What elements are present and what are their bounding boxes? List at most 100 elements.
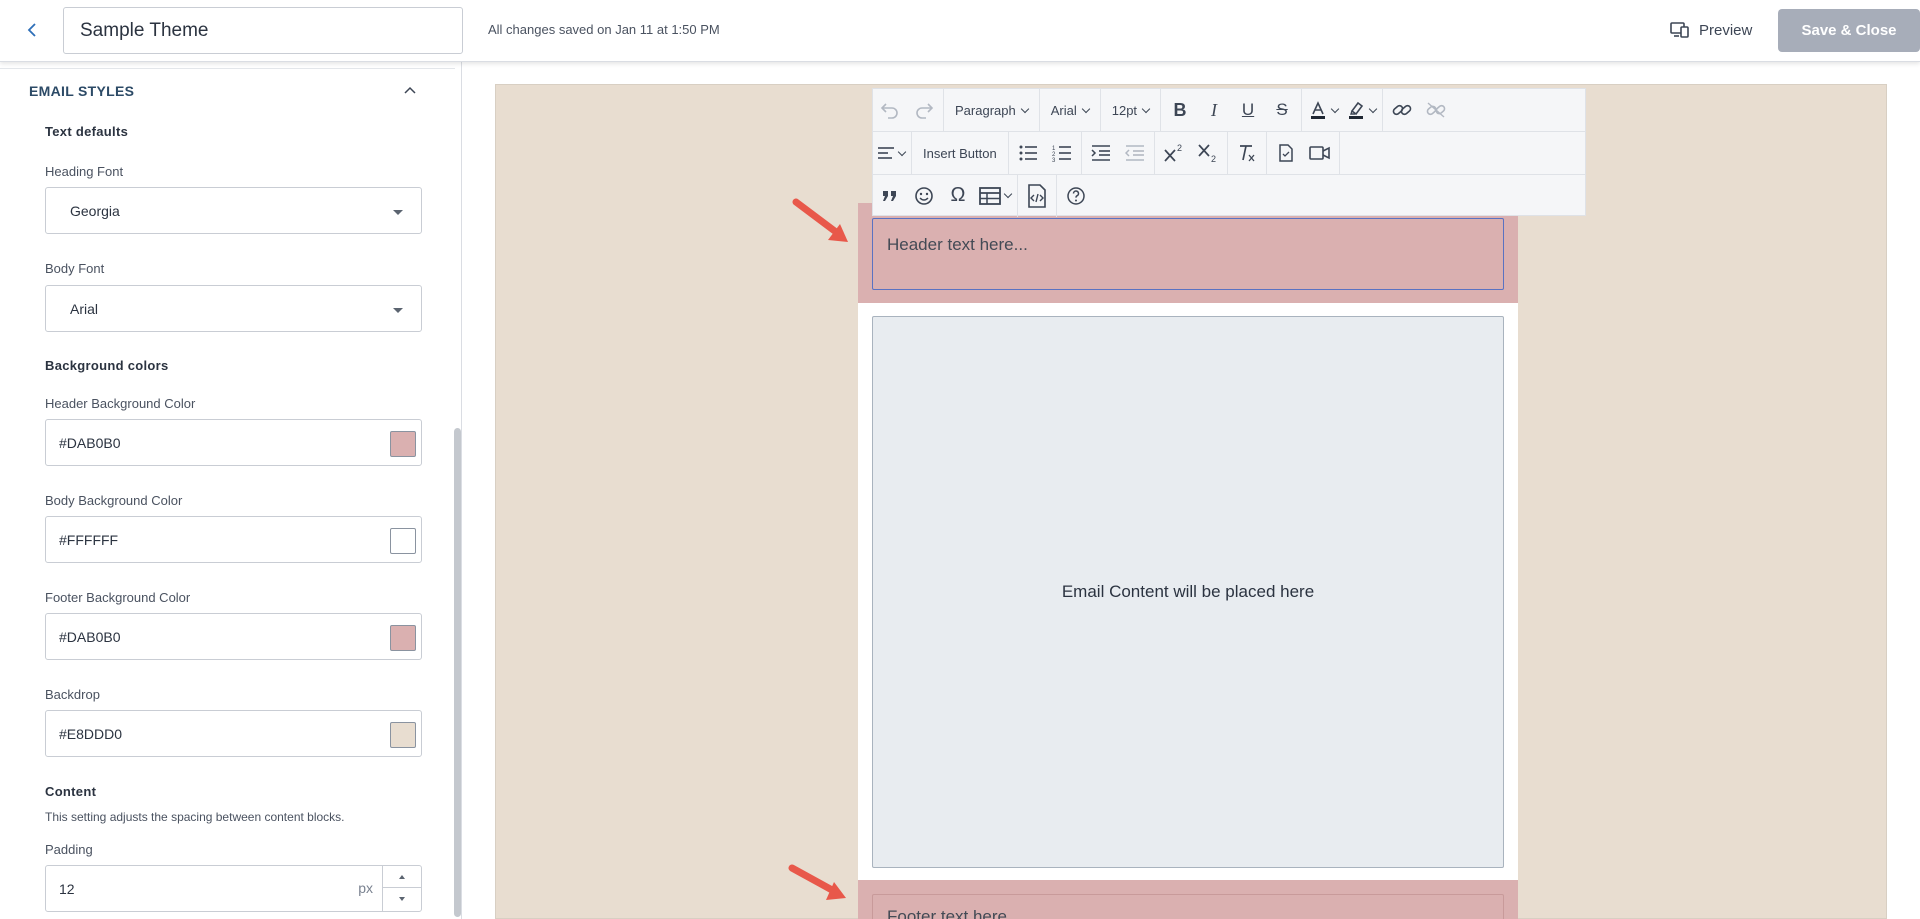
emoji-button[interactable] <box>907 180 941 212</box>
highlight-color-button[interactable] <box>1342 94 1380 126</box>
link-icon <box>1391 101 1413 119</box>
toolbar-separator <box>1017 174 1018 217</box>
font-family-dropdown[interactable]: Arial <box>1042 94 1098 126</box>
heading-font-select[interactable]: Georgia <box>45 187 422 234</box>
outdent-button[interactable] <box>1118 137 1152 169</box>
redo-icon <box>914 101 934 119</box>
back-button[interactable] <box>18 16 46 44</box>
toolbar-separator <box>1301 88 1303 132</box>
sidebar-scrollbar[interactable] <box>454 428 461 917</box>
email-content-placeholder-text: Email Content will be placed here <box>1061 582 1315 601</box>
blockquote-icon <box>881 189 899 203</box>
subscript-button[interactable]: 2 <box>1191 137 1225 169</box>
body-font-value: Arial <box>70 300 99 317</box>
padding-stepper <box>382 866 421 911</box>
source-code-button[interactable] <box>1020 180 1054 212</box>
block-format-value: Paragraph <box>955 102 1016 118</box>
toolbar-separator <box>1099 88 1101 132</box>
special-character-icon: Ω <box>950 184 966 206</box>
svg-text:2: 2 <box>1177 143 1182 153</box>
superscript-button[interactable]: 2 <box>1157 137 1191 169</box>
superscript-icon: 2 <box>1163 143 1185 163</box>
underline-button[interactable]: U <box>1231 94 1265 126</box>
text-color-button[interactable] <box>1304 94 1342 126</box>
redo-button[interactable] <box>907 94 941 126</box>
clear-formatting-button[interactable] <box>1230 137 1264 169</box>
indent-button[interactable] <box>1084 137 1118 169</box>
toolbar-separator <box>1038 88 1040 132</box>
footer-bg-color-value: #DAB0B0 <box>59 628 121 645</box>
italic-button[interactable]: I <box>1197 94 1231 126</box>
insert-button-button[interactable]: Insert Button <box>914 137 1006 169</box>
bold-button[interactable]: B <box>1163 94 1197 126</box>
backdrop-color-swatch[interactable] <box>390 722 416 748</box>
bullet-list-icon <box>1018 144 1038 162</box>
source-code-icon <box>1027 183 1047 208</box>
header-bg-color-swatch[interactable] <box>390 431 416 457</box>
rich-text-toolbar: Paragraph Arial 12pt B I U S Insert Butt… <box>872 88 1586 217</box>
body-font-label: Body Font <box>45 261 105 276</box>
svg-text:3: 3 <box>1052 158 1056 162</box>
body-bg-color-swatch[interactable] <box>390 528 416 554</box>
indent-icon <box>1091 144 1111 162</box>
header-bg-color-label: Header Background Color <box>45 396 196 411</box>
backdrop-color-input[interactable]: #E8DDD0 <box>45 710 422 757</box>
top-bar: All changes saved on Jan 11 at 1:50 PM P… <box>0 0 1920 62</box>
collapse-section-button[interactable] <box>400 81 420 101</box>
footer-bg-color-input[interactable]: #DAB0B0 <box>45 613 422 660</box>
email-footer-text-editor[interactable]: Footer text here... <box>872 894 1504 919</box>
padding-label: Padding <box>45 842 93 857</box>
backdrop-color-value: #E8DDD0 <box>59 725 123 742</box>
decrement-button[interactable] <box>383 888 421 910</box>
body-font-select[interactable]: Arial <box>45 285 422 332</box>
strikethrough-button[interactable]: S <box>1265 94 1299 126</box>
help-button[interactable] <box>1059 180 1093 212</box>
preview-devices-icon <box>1670 22 1690 38</box>
special-character-button[interactable]: Ω <box>941 180 975 212</box>
toolbar-separator <box>1338 131 1340 175</box>
header-bg-color-input[interactable]: #DAB0B0 <box>45 419 422 466</box>
padding-input[interactable]: 12 px <box>45 865 422 912</box>
footer-bg-color-swatch[interactable] <box>390 625 416 651</box>
body-bg-color-input[interactable]: #FFFFFF <box>45 516 422 563</box>
toolbar-separator <box>943 88 944 132</box>
toolbar-row-2: Insert Button 123 2 2 <box>873 131 1585 175</box>
padding-unit: px <box>358 880 373 896</box>
back-arrow-icon <box>26 22 38 38</box>
undo-button[interactable] <box>873 94 907 126</box>
save-and-close-button[interactable]: Save & Close <box>1778 9 1920 52</box>
help-icon <box>1066 186 1086 206</box>
dropdown-caret-icon <box>393 210 403 215</box>
table-icon <box>979 186 1001 205</box>
increment-button[interactable] <box>383 866 421 888</box>
toolbar-separator <box>1056 174 1057 217</box>
theme-title-input[interactable] <box>63 7 463 54</box>
toolbar-separator <box>1080 131 1082 175</box>
insert-button-label: Insert Button <box>923 145 997 161</box>
chevron-down-icon <box>1081 104 1090 113</box>
block-format-dropdown[interactable]: Paragraph <box>946 94 1037 126</box>
insert-video-button[interactable] <box>1303 137 1337 169</box>
group-label-content: Content <box>45 784 97 799</box>
text-color-icon <box>1308 100 1328 120</box>
email-header-text-editor[interactable]: Header text here... <box>872 218 1504 290</box>
insert-document-button[interactable] <box>1269 137 1303 169</box>
font-size-value: 12pt <box>1111 102 1138 118</box>
align-dropdown[interactable] <box>873 137 909 169</box>
table-dropdown[interactable] <box>975 180 1015 212</box>
caret-down-icon <box>399 897 405 901</box>
insert-link-button[interactable] <box>1385 94 1419 126</box>
remove-link-button[interactable] <box>1419 94 1453 126</box>
blockquote-button[interactable] <box>873 180 907 212</box>
preview-button[interactable]: Preview <box>1664 14 1758 46</box>
font-size-dropdown[interactable]: 12pt <box>1103 94 1158 126</box>
section-divider <box>0 68 455 69</box>
outdent-icon <box>1124 144 1145 162</box>
numbered-list-button[interactable]: 123 <box>1045 137 1079 169</box>
bullet-list-button[interactable] <box>1011 137 1045 169</box>
preview-label: Preview <box>1699 21 1753 39</box>
bold-icon: B <box>1173 99 1187 120</box>
heading-font-label: Heading Font <box>45 164 124 179</box>
toolbar-separator <box>1265 131 1267 175</box>
undo-icon <box>880 101 900 119</box>
